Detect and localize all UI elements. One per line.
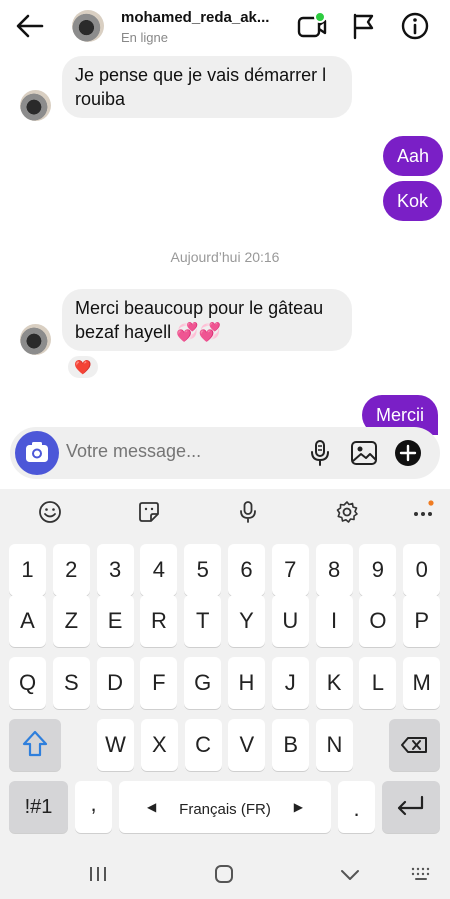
letter-key-m[interactable]: M bbox=[403, 657, 441, 709]
number-key-1[interactable]: 1 bbox=[9, 544, 46, 596]
symbols-key[interactable]: !#1 bbox=[9, 781, 68, 833]
letter-key-d[interactable]: D bbox=[96, 657, 134, 709]
sender-avatar[interactable] bbox=[20, 324, 51, 355]
letter-key-t[interactable]: T bbox=[184, 595, 222, 647]
letter-key-c[interactable]: C bbox=[184, 719, 222, 771]
enter-icon bbox=[397, 795, 424, 816]
gallery-icon[interactable] bbox=[349, 438, 379, 468]
number-key-7[interactable]: 7 bbox=[271, 544, 309, 596]
add-plus-icon[interactable] bbox=[393, 438, 423, 468]
keyboard-switch-icon[interactable] bbox=[408, 864, 434, 884]
contact-status: En ligne bbox=[121, 30, 168, 45]
message-outgoing[interactable]: Aah bbox=[383, 136, 444, 176]
letter-key-u[interactable]: U bbox=[271, 595, 309, 647]
language-label: Français (FR) bbox=[179, 801, 271, 818]
number-key-0[interactable]: 0 bbox=[403, 544, 441, 596]
emoji-icon[interactable] bbox=[37, 499, 63, 525]
more-options-icon[interactable] bbox=[410, 499, 436, 525]
sticker-icon[interactable] bbox=[136, 499, 162, 525]
recent-apps-icon[interactable] bbox=[86, 864, 110, 884]
camera-button[interactable] bbox=[15, 431, 59, 475]
letter-key-j[interactable]: J bbox=[271, 657, 309, 709]
microphone-icon[interactable] bbox=[305, 438, 335, 468]
letter-key-g[interactable]: G bbox=[184, 657, 222, 709]
back-arrow-icon[interactable] bbox=[14, 12, 46, 40]
message-input[interactable] bbox=[66, 441, 286, 462]
letter-key-a[interactable]: A bbox=[9, 595, 46, 647]
space-key[interactable]: ◀ Français (FR) ▶ bbox=[119, 781, 331, 833]
contact-avatar[interactable] bbox=[72, 10, 104, 42]
number-key-2[interactable]: 2 bbox=[52, 544, 90, 596]
shift-arrow-icon bbox=[22, 730, 48, 757]
enter-key[interactable] bbox=[382, 781, 440, 833]
sender-avatar[interactable] bbox=[20, 90, 51, 121]
virtual-keyboard: 1234567890 AZERTYUIOP QSDFGHJKLM WXCVBN !#1… bbox=[0, 489, 450, 899]
letter-key-r[interactable]: R bbox=[140, 595, 178, 647]
letter-key-n[interactable]: N bbox=[316, 719, 353, 771]
left-arrow-icon: ◀ bbox=[147, 800, 157, 814]
contact-name[interactable]: mohamed_reda_ak... bbox=[121, 9, 271, 26]
letter-key-h[interactable]: H bbox=[228, 657, 265, 709]
voice-input-icon[interactable] bbox=[235, 499, 261, 525]
video-call-icon[interactable] bbox=[296, 10, 328, 42]
letter-key-p[interactable]: P bbox=[403, 595, 441, 647]
letter-key-o[interactable]: O bbox=[359, 595, 397, 647]
backspace-icon bbox=[401, 737, 427, 753]
message-composer bbox=[10, 427, 440, 479]
period-key[interactable]: . bbox=[338, 781, 375, 833]
chat-header: mohamed_reda_ak... En ligne bbox=[0, 0, 450, 52]
letter-key-b[interactable]: B bbox=[272, 719, 310, 771]
letter-key-e[interactable]: E bbox=[96, 595, 134, 647]
number-key-5[interactable]: 5 bbox=[184, 544, 222, 596]
letter-key-q[interactable]: Q bbox=[9, 657, 46, 709]
hide-keyboard-chevron-icon[interactable] bbox=[338, 866, 362, 884]
message-incoming[interactable]: Je pense que je vais démarrer l rouiba bbox=[62, 56, 352, 118]
number-key-4[interactable]: 4 bbox=[140, 544, 178, 596]
letter-key-l[interactable]: L bbox=[359, 657, 397, 709]
heart-reaction[interactable]: ❤️ bbox=[66, 354, 100, 380]
online-indicator-icon bbox=[314, 11, 326, 23]
report-flag-icon[interactable] bbox=[348, 10, 380, 42]
letter-key-f[interactable]: F bbox=[140, 657, 178, 709]
message-incoming[interactable]: Merci beaucoup pour le gâteau bezaf haye… bbox=[62, 289, 352, 351]
right-arrow-icon: ▶ bbox=[293, 800, 303, 814]
letter-key-y[interactable]: Y bbox=[228, 595, 265, 647]
backspace-key[interactable] bbox=[389, 719, 440, 771]
shift-key[interactable] bbox=[9, 719, 61, 771]
system-nav-bar bbox=[0, 848, 450, 899]
number-key-9[interactable]: 9 bbox=[359, 544, 397, 596]
camera-icon bbox=[26, 442, 48, 462]
date-separator: Aujourd’hui 20:16 bbox=[170, 249, 280, 265]
number-key-3[interactable]: 3 bbox=[96, 544, 134, 596]
letter-key-s[interactable]: S bbox=[52, 657, 90, 709]
home-icon[interactable] bbox=[212, 863, 236, 885]
letter-key-k[interactable]: K bbox=[315, 657, 353, 709]
settings-gear-icon[interactable] bbox=[334, 499, 360, 525]
letter-key-w[interactable]: W bbox=[97, 719, 134, 771]
number-key-8[interactable]: 8 bbox=[315, 544, 353, 596]
letter-key-x[interactable]: X bbox=[140, 719, 178, 771]
info-icon[interactable] bbox=[399, 10, 431, 42]
letter-key-z[interactable]: Z bbox=[52, 595, 90, 647]
number-key-6[interactable]: 6 bbox=[228, 544, 265, 596]
comma-key[interactable]: , bbox=[75, 781, 112, 833]
letter-key-v[interactable]: V bbox=[228, 719, 266, 771]
message-outgoing[interactable]: Kok bbox=[383, 181, 443, 221]
letter-key-i[interactable]: I bbox=[315, 595, 353, 647]
